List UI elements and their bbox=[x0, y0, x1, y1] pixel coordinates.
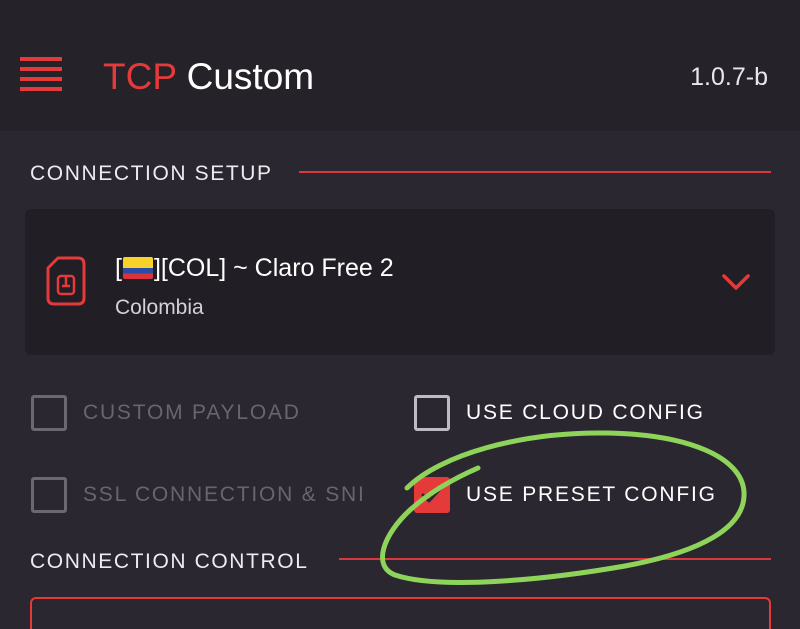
app-version: 1.0.7-b bbox=[690, 63, 768, 91]
use-cloud-config-box[interactable] bbox=[414, 395, 450, 431]
ssl-connection-sni-checkbox[interactable]: SSL CONNECTION & SNI bbox=[31, 477, 381, 517]
custom-payload-label: CUSTOM PAYLOAD bbox=[83, 401, 301, 424]
app-bar: TCP Custom 1.0.7-b bbox=[0, 0, 800, 131]
app-title-main: Custom bbox=[186, 56, 315, 97]
use-cloud-config-label: USE CLOUD CONFIG bbox=[466, 401, 705, 424]
connection-setup-heading: CONNECTION SETUP bbox=[30, 162, 273, 185]
server-name-prefix: [ bbox=[115, 254, 122, 282]
chevron-down-icon[interactable] bbox=[721, 271, 751, 293]
connection-control-heading: CONNECTION CONTROL bbox=[30, 550, 309, 573]
app-title-accent: TCP bbox=[103, 56, 177, 97]
connection-control-divider bbox=[339, 558, 771, 560]
custom-payload-checkbox[interactable]: CUSTOM PAYLOAD bbox=[31, 395, 321, 435]
sim-card-icon bbox=[46, 256, 86, 306]
ssl-connection-sni-label: SSL CONNECTION & SNI bbox=[83, 483, 366, 506]
connection-setup-divider bbox=[299, 171, 771, 173]
colombia-flag-icon bbox=[122, 257, 153, 279]
checkmark-icon bbox=[421, 486, 443, 503]
custom-payload-box[interactable] bbox=[31, 395, 67, 431]
server-name-suffix: ][COL] ~ Claro Free 2 bbox=[153, 254, 394, 282]
connection-control-panel[interactable] bbox=[30, 597, 771, 629]
use-preset-config-checkbox[interactable]: USE PRESET CONFIG bbox=[414, 477, 734, 517]
app-title: TCP Custom bbox=[103, 54, 314, 100]
use-cloud-config-checkbox[interactable]: USE CLOUD CONFIG bbox=[414, 395, 724, 435]
server-name: [ ][COL] ~ Claro Free 2 bbox=[115, 252, 394, 284]
ssl-connection-sni-box[interactable] bbox=[31, 477, 67, 513]
use-preset-config-box[interactable] bbox=[414, 477, 450, 513]
server-selector[interactable]: [ ][COL] ~ Claro Free 2 Colombia bbox=[25, 209, 775, 355]
use-preset-config-label: USE PRESET CONFIG bbox=[466, 483, 717, 506]
server-country: Colombia bbox=[115, 296, 204, 319]
hamburger-menu-icon[interactable] bbox=[20, 57, 62, 91]
